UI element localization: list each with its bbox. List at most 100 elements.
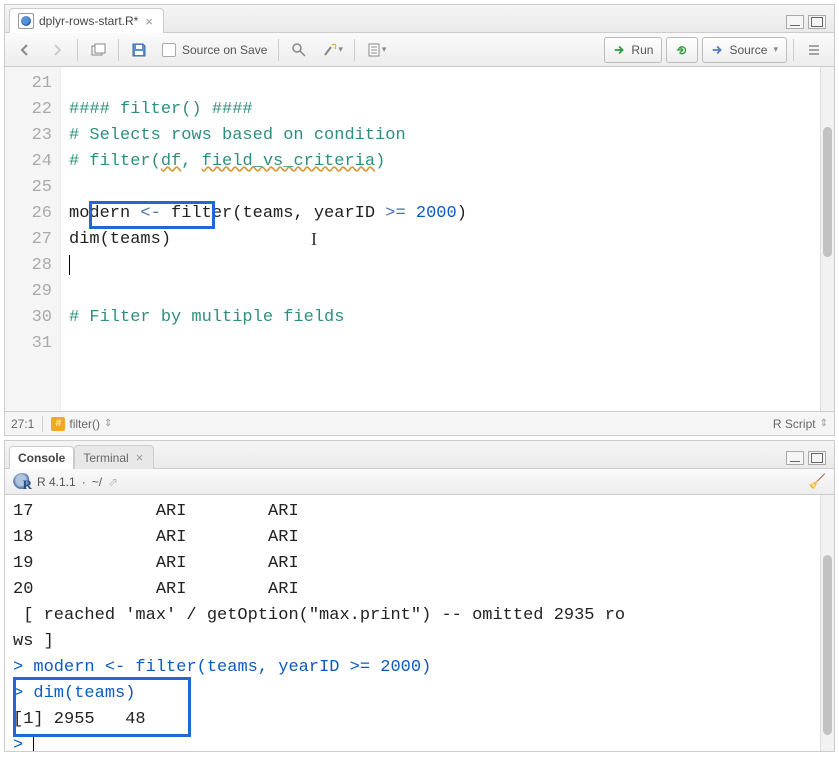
tab-console[interactable]: Console <box>9 446 74 469</box>
console-line: 19 ARI ARI <box>13 554 299 573</box>
minimize-pane-button[interactable] <box>786 15 804 29</box>
file-type-label[interactable]: R Script <box>773 417 816 431</box>
console-line: ws ] <box>13 632 54 651</box>
close-tab-icon[interactable]: × <box>134 450 146 465</box>
tab-label: Terminal <box>83 451 128 465</box>
editor-tab-active[interactable]: dplyr-rows-start.R* × <box>9 8 164 33</box>
code-area[interactable]: #### filter() #### # Selects rows based … <box>61 67 820 411</box>
console-info-bar: R 4.1.1 · ~/ ⇗ 🧹 <box>5 469 834 495</box>
pane-window-controls <box>786 15 830 32</box>
tab-label: Console <box>18 451 65 465</box>
code-token <box>406 204 416 223</box>
code-token: filter(teams, yearID <box>161 204 385 223</box>
editor-statusbar: 27:1 # filter() ⇕ R Script ⇕ <box>5 411 834 435</box>
source-on-save-checkbox[interactable] <box>162 43 176 57</box>
toolbar-separator <box>118 39 119 61</box>
console-token <box>370 658 380 677</box>
line-number: 28 <box>9 253 52 279</box>
toolbar-separator <box>77 39 78 61</box>
code-line: #### filter() #### <box>69 100 253 119</box>
console-line: 18 ARI ARI <box>13 528 299 547</box>
console-token: filter(teams, yearID <box>125 658 349 677</box>
code-line: # Selects rows based on condition <box>69 126 406 145</box>
close-tab-icon[interactable]: × <box>143 14 155 29</box>
working-dir[interactable]: ~/ <box>92 475 102 489</box>
line-number: 23 <box>9 123 52 149</box>
outline-button[interactable] <box>800 37 828 63</box>
tab-terminal[interactable]: Terminal × <box>74 445 154 469</box>
code-token: # filter( <box>69 152 161 171</box>
run-button[interactable]: Run <box>604 37 662 63</box>
console-line: [ reached 'max' / getOption("max.print")… <box>13 606 625 625</box>
save-button[interactable] <box>125 37 153 63</box>
section-nav[interactable]: # filter() ⇕ <box>51 417 112 431</box>
scroll-thumb[interactable] <box>823 127 832 257</box>
toolbar-separator <box>354 39 355 61</box>
code-token: ) <box>375 152 385 171</box>
toolbar-separator <box>793 39 794 61</box>
console-cursor <box>33 735 34 751</box>
section-name: filter() <box>69 417 100 431</box>
line-gutter: 21 22 23 24 25 26 27 28 29 30 31 <box>5 67 61 411</box>
clear-console-icon[interactable]: 🧹 <box>809 473 826 490</box>
prompt-char: > <box>13 736 23 751</box>
line-number: 31 <box>9 331 52 357</box>
code-token: , <box>181 152 201 171</box>
forward-button[interactable] <box>43 37 71 63</box>
code-token: field_vs_criteria <box>202 152 375 171</box>
console-tabbar: Console Terminal × <box>5 441 834 469</box>
minimize-pane-button[interactable] <box>786 451 804 465</box>
console-scrollbar[interactable] <box>820 495 834 751</box>
find-button[interactable] <box>285 37 313 63</box>
scroll-thumb[interactable] <box>823 555 832 735</box>
maximize-pane-button[interactable] <box>808 451 826 465</box>
source-button[interactable]: Source ▾ <box>702 37 787 63</box>
console-token: <- <box>105 658 125 677</box>
console-token: modern <box>33 658 104 677</box>
code-token: modern <box>69 204 140 223</box>
cursor-position: 27:1 <box>11 417 34 431</box>
console-body[interactable]: 17 ARI ARI 18 ARI ARI 19 ARI ARI 20 ARI … <box>5 495 834 751</box>
source-label: Source <box>729 43 767 57</box>
line-number: 27 <box>9 227 52 253</box>
editor-body[interactable]: 21 22 23 24 25 26 27 28 29 30 31 #### fi… <box>5 67 834 411</box>
toolbar-separator <box>278 39 279 61</box>
source-on-save-label: Source on Save <box>182 43 267 57</box>
r-version-label: R 4.1.1 <box>37 475 76 489</box>
editor-tab-title: dplyr-rows-start.R* <box>39 14 138 28</box>
line-number: 21 <box>9 71 52 97</box>
line-number: 24 <box>9 149 52 175</box>
line-number: 26 <box>9 201 52 227</box>
code-tools-button[interactable]: ▾ <box>317 37 348 63</box>
console-output[interactable]: 17 ARI ARI 18 ARI ARI 19 ARI ARI 20 ARI … <box>5 495 820 751</box>
section-badge-icon: # <box>51 417 65 431</box>
source-editor-pane: dplyr-rows-start.R* × Source on Save <box>4 4 835 436</box>
console-line: [1] 2955 48 <box>13 710 146 729</box>
editor-tabbar: dplyr-rows-start.R* × <box>5 5 834 33</box>
prompt-char: > <box>13 658 23 677</box>
code-token: <- <box>140 204 160 223</box>
code-token: >= <box>385 204 405 223</box>
maximize-pane-button[interactable] <box>808 15 826 29</box>
r-logo-icon <box>13 473 31 491</box>
line-number: 25 <box>9 175 52 201</box>
back-button[interactable] <box>11 37 39 63</box>
line-number: 30 <box>9 305 52 331</box>
run-label: Run <box>631 43 653 57</box>
code-line: dim(teams) <box>69 230 171 249</box>
text-cursor <box>69 255 70 275</box>
rerun-button[interactable] <box>666 37 698 63</box>
pane-window-controls <box>786 451 830 468</box>
compile-report-button[interactable]: ▾ <box>361 37 392 63</box>
console-line: 20 ARI ARI <box>13 580 299 599</box>
console-line: 17 ARI ARI <box>13 502 299 521</box>
editor-scrollbar[interactable] <box>820 67 834 411</box>
r-file-icon <box>18 13 34 29</box>
code-token: df <box>161 152 181 171</box>
goto-dir-icon[interactable]: ⇗ <box>108 475 118 489</box>
source-on-save-toggle[interactable]: Source on Save <box>157 37 272 63</box>
dot-separator: · <box>82 475 86 489</box>
console-token: 2000 <box>380 658 421 677</box>
show-in-new-window-button[interactable] <box>84 37 112 63</box>
line-number: 29 <box>9 279 52 305</box>
